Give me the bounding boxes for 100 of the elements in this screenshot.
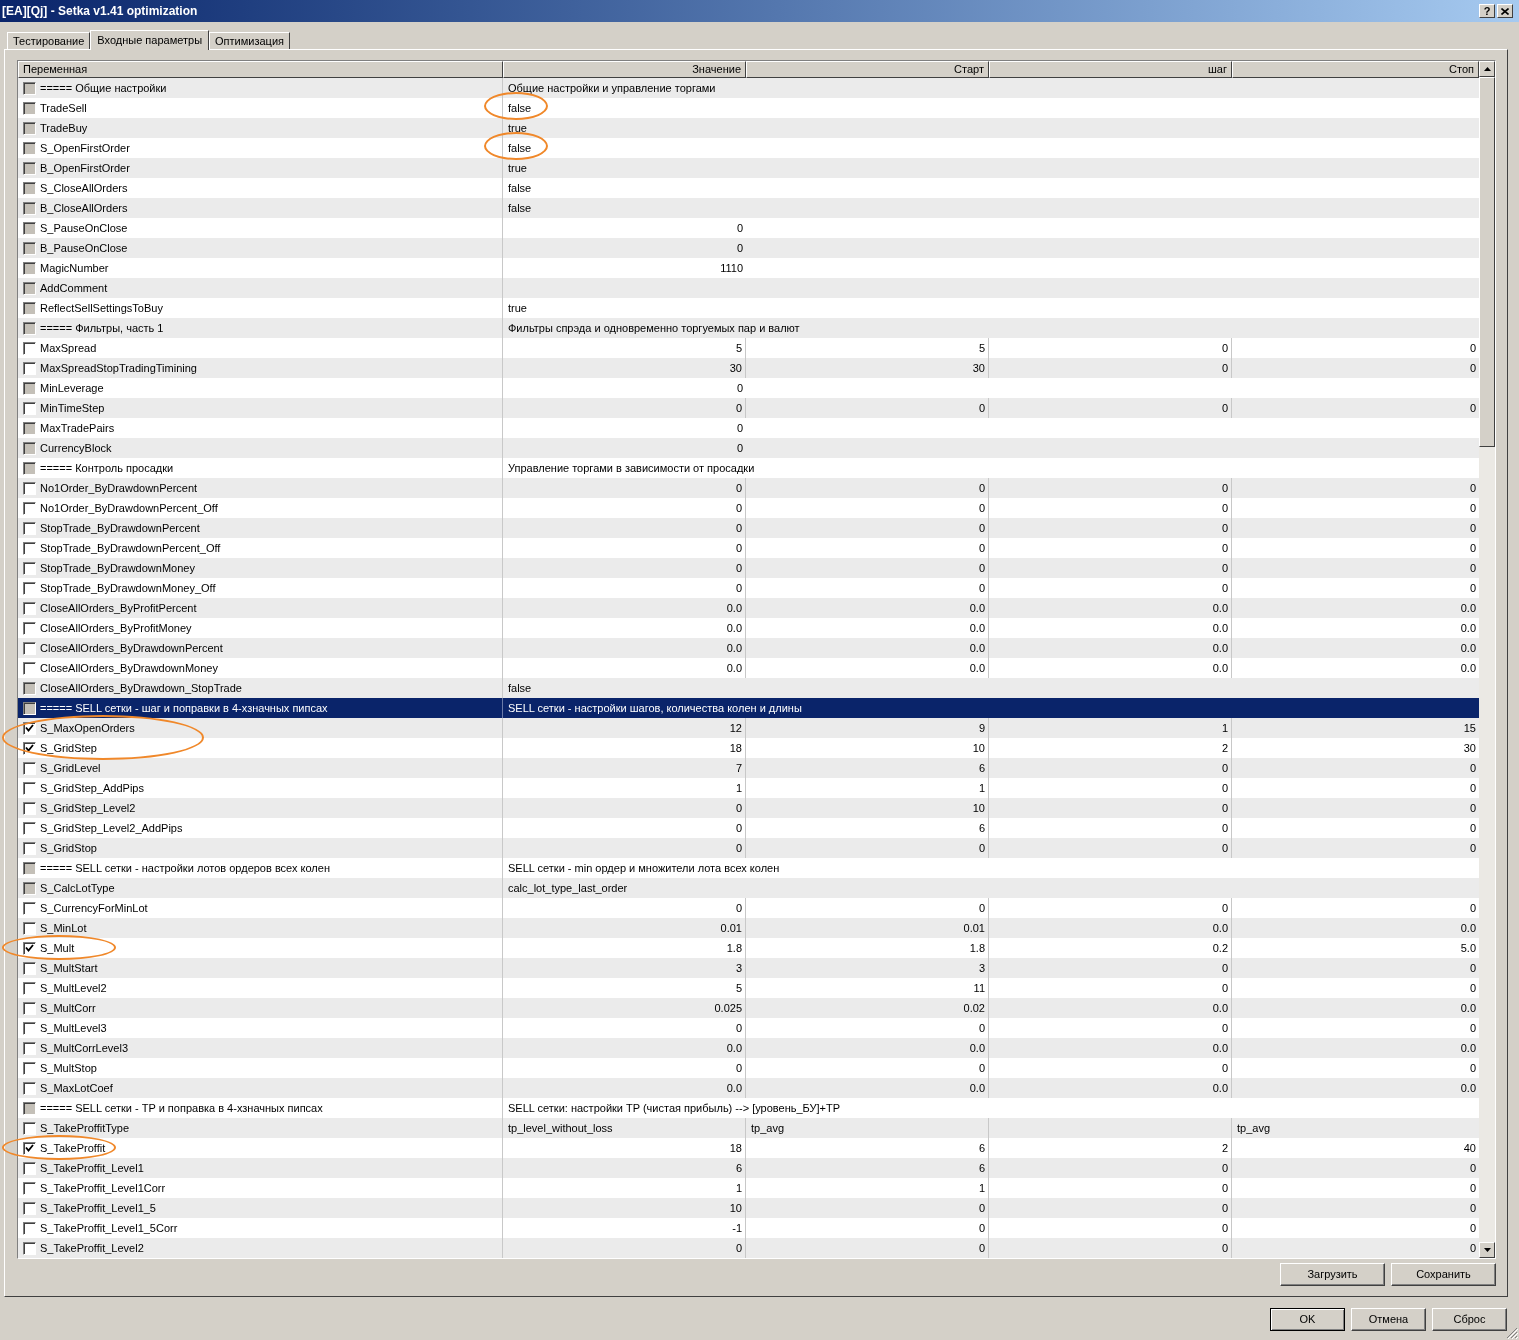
checkbox[interactable] <box>23 1221 36 1235</box>
column-header[interactable]: Старт <box>746 61 989 78</box>
checkbox[interactable] <box>23 341 36 355</box>
parameter-value: 1 <box>735 781 742 795</box>
checkbox[interactable] <box>23 1141 36 1155</box>
table-row[interactable]: StopTrade_ByDrawdownMoney 0 0 0 0 <box>18 558 1479 578</box>
table-row[interactable]: S_MultStart 3 3 0 0 <box>18 958 1479 978</box>
section-title: ===== Общие настройки <box>40 81 167 95</box>
parameter-value: 0 <box>735 501 742 515</box>
table-row[interactable]: S_MultCorr 0.025 0.02 0.0 0.0 <box>18 998 1479 1018</box>
checkbox[interactable] <box>23 1241 36 1255</box>
tab[interactable]: Оптимизация <box>209 32 290 49</box>
parameter-value: 5 <box>735 341 742 355</box>
checkbox[interactable] <box>23 401 36 415</box>
stop-value: 0 <box>1468 980 1477 996</box>
section-description: SELL сетки - настройки шагов, количества колен и длины <box>508 701 802 715</box>
column-header[interactable]: Переменная <box>18 61 503 78</box>
checkbox[interactable] <box>23 641 36 655</box>
stop-value: 0.0 <box>1459 620 1477 636</box>
parameter-value: 0 <box>736 381 743 395</box>
table-row[interactable]: S_MaxOpenOrders 12 9 1 15 <box>18 718 1479 738</box>
stop-value: 0 <box>1468 820 1477 836</box>
checkbox[interactable] <box>23 941 36 955</box>
checkbox[interactable] <box>23 981 36 995</box>
parameter-name: S_TakeProffit_Level1_5 <box>40 1201 156 1215</box>
scroll-down-button[interactable] <box>1479 1242 1495 1258</box>
checkbox[interactable] <box>23 1081 36 1095</box>
checkbox[interactable] <box>23 1181 36 1195</box>
checkbox[interactable] <box>23 1201 36 1215</box>
checkbox[interactable] <box>23 501 36 515</box>
checkbox[interactable] <box>23 961 36 975</box>
parameter-value: false <box>508 681 532 695</box>
checkbox[interactable] <box>23 1061 36 1075</box>
table-row[interactable]: S_TakeProffitType tp_level_without_loss tp_avg tp_avg <box>18 1118 1479 1138</box>
checkbox[interactable] <box>23 741 36 755</box>
column-header[interactable]: Значение <box>503 61 746 78</box>
parameter-value: 6 <box>735 1161 742 1175</box>
panel-button[interactable]: Сохранить <box>1391 1263 1496 1286</box>
checkbox[interactable] <box>23 601 36 615</box>
table-row[interactable]: CloseAllOrders_ByDrawdownPercent 0.0 0.0 0.0 0.0 <box>18 638 1479 658</box>
panel-button[interactable]: Загрузить <box>1280 1263 1385 1286</box>
tab[interactable]: Входные параметры <box>90 30 210 50</box>
table-row[interactable]: MinTimeStep 0 0 0 0 <box>18 398 1479 418</box>
parameter-name: MinLeverage <box>40 381 104 395</box>
stop-value: 0.0 <box>1459 1040 1477 1056</box>
table-row[interactable]: MaxSpreadStopTradingTimining 30 30 0 0 <box>18 358 1479 378</box>
table-row[interactable]: S_TakeProffit_Level1 6 6 0 0 <box>18 1158 1479 1178</box>
table-row[interactable]: S_GridStop 0 0 0 0 <box>18 838 1479 858</box>
table-row[interactable]: S_TakeProffit_Level1_5 10 0 0 0 <box>18 1198 1479 1218</box>
table-row[interactable]: S_GridLevel 7 6 0 0 <box>18 758 1479 778</box>
checkbox[interactable] <box>23 541 36 555</box>
column-header[interactable]: Стоп <box>1232 61 1479 78</box>
checkbox[interactable] <box>23 781 36 795</box>
table-row[interactable]: StopTrade_ByDrawdownPercent 0 0 0 0 <box>18 518 1479 538</box>
table-row[interactable]: CloseAllOrders_ByProfitPercent 0.0 0.0 0.0 0.0 <box>18 598 1479 618</box>
checkbox[interactable] <box>23 581 36 595</box>
size-grip-icon[interactable] <box>1506 1327 1518 1339</box>
parameter-name: StopTrade_ByDrawdownMoney <box>40 561 195 575</box>
table-row[interactable]: S_MaxLotCoef 0.0 0.0 0.0 0.0 <box>18 1078 1479 1098</box>
dialog-button[interactable]: Отмена <box>1351 1308 1426 1331</box>
checkbox[interactable] <box>23 821 36 835</box>
parameter-name: CloseAllOrders_ByProfitMoney <box>40 621 192 635</box>
column-header[interactable]: шаг <box>989 61 1232 78</box>
scrollbar-thumb[interactable] <box>1479 77 1495 447</box>
parameter-name: StopTrade_ByDrawdownMoney_Off <box>40 581 216 595</box>
parameter-value: 0.0 <box>726 1041 742 1055</box>
checkbox[interactable] <box>23 1041 36 1055</box>
checkbox[interactable] <box>23 1021 36 1035</box>
stop-value: 0 <box>1468 1060 1477 1076</box>
checkbox[interactable] <box>23 761 36 775</box>
help-button[interactable]: ? <box>1479 4 1495 18</box>
table-row[interactable]: No1Order_ByDrawdownPercent 0 0 0 0 <box>18 478 1479 498</box>
checkbox[interactable] <box>23 921 36 935</box>
checkbox[interactable] <box>23 661 36 675</box>
table-row[interactable]: S_GridStep_Level2 0 10 0 0 <box>18 798 1479 818</box>
tab[interactable]: Тестирование <box>7 32 91 49</box>
checkbox[interactable] <box>23 521 36 535</box>
table-row[interactable]: S_MinLot 0.01 0.01 0.0 0.0 <box>18 918 1479 938</box>
checkbox[interactable] <box>23 721 36 735</box>
checkbox[interactable] <box>23 841 36 855</box>
parameter-value: 10 <box>729 1201 742 1215</box>
checkbox[interactable] <box>23 1121 36 1135</box>
table-row[interactable]: S_TakeProffit_Level2 0 0 0 0 <box>18 1238 1479 1258</box>
checkbox[interactable] <box>23 901 36 915</box>
checkbox[interactable] <box>23 801 36 815</box>
scroll-up-button[interactable] <box>1479 61 1495 77</box>
parameter-name: S_MaxLotCoef <box>40 1081 113 1095</box>
checkbox[interactable] <box>23 361 36 375</box>
parameter-value: 7 <box>735 761 742 775</box>
dialog-button[interactable]: OK <box>1270 1308 1345 1331</box>
table-row[interactable]: S_MultCorrLevel3 0.0 0.0 0.0 0.0 <box>18 1038 1479 1058</box>
stop-value: 0 <box>1468 400 1477 416</box>
close-button[interactable] <box>1497 4 1513 18</box>
parameter-name: S_OpenFirstOrder <box>40 141 130 155</box>
checkbox[interactable] <box>23 621 36 635</box>
checkbox[interactable] <box>23 1001 36 1015</box>
checkbox[interactable] <box>23 481 36 495</box>
checkbox[interactable] <box>23 561 36 575</box>
dialog-button[interactable]: Сброс <box>1432 1308 1507 1331</box>
checkbox[interactable] <box>23 1161 36 1175</box>
